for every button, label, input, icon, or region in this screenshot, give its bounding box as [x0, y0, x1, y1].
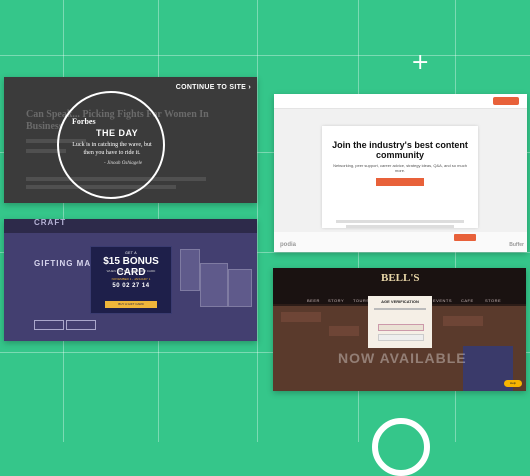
modal-headline: Join the industry's best content communi… — [332, 140, 468, 160]
forbes-logo: Forbes — [72, 117, 96, 126]
product-bottle — [180, 249, 200, 291]
nav-item[interactable]: EVENTS — [433, 298, 452, 303]
decline-age-button[interactable] — [378, 334, 424, 341]
circle-ring-icon — [372, 418, 430, 476]
quote-of-day-title: THE DAY — [96, 128, 139, 138]
forbes-quote-card[interactable]: Can Speak... Picking Fights For Women In… — [4, 77, 257, 203]
modal-title: AGE VERIFICATION — [381, 299, 419, 304]
grid-line — [257, 0, 258, 442]
continue-to-site-link[interactable]: CONTINUE TO SITE › — [176, 84, 251, 91]
help-button[interactable]: Help — [504, 380, 522, 387]
logo-strip — [274, 232, 527, 252]
grid-line — [0, 55, 530, 56]
nav-item[interactable]: CAFE — [461, 298, 474, 303]
age-verification-modal: AGE VERIFICATION — [368, 296, 432, 348]
signup-modal: Join the industry's best content communi… — [322, 126, 478, 228]
modal-fine-print — [346, 225, 454, 228]
popup-kicker: GET A — [125, 251, 137, 255]
podia-logo: podia — [280, 242, 296, 248]
nav-item[interactable]: STORY — [328, 298, 344, 303]
outline-button[interactable] — [34, 320, 64, 330]
popup-title: $15 BONUS CARD — [103, 256, 159, 278]
bells-logo: BELL'S — [381, 272, 420, 284]
quote-text: Luck is in catching the wave, but then y… — [72, 142, 152, 156]
bonus-card-popup: GET A $15 BONUS CARD WHEN YOU BUY A $50 … — [90, 246, 172, 314]
popup-subtitle: WHEN YOU BUY A $50 GIFT CARD — [106, 269, 156, 273]
buffer-logo: Buffer — [509, 242, 524, 248]
site-header — [274, 94, 527, 109]
modal-subhead: Networking, peer support, career advice,… — [333, 163, 467, 173]
quote-author: - Jinoah Oshiagele — [104, 161, 143, 166]
nav-item[interactable]: BEER — [307, 298, 320, 303]
popup-dates: NOVEMBER 1 - JANUARY 1 — [111, 277, 151, 281]
join-button[interactable] — [376, 178, 424, 186]
confirm-age-button[interactable] — [378, 324, 424, 331]
modal-body-text — [374, 308, 426, 310]
header-text: CRAFT — [34, 219, 67, 227]
product-glass — [228, 269, 252, 307]
nav-item[interactable]: STORE — [485, 298, 501, 303]
brick — [443, 316, 483, 326]
gift-card-promo-card[interactable]: CRAFT GIFTING MADE GET A $15 BONUS CARD … — [4, 219, 257, 341]
header-cta-button[interactable] — [493, 97, 519, 105]
strip-button[interactable] — [454, 234, 476, 241]
nav-item[interactable]: TOURS — [353, 298, 369, 303]
popup-countdown: 50 02 27 14 — [112, 283, 150, 289]
hero-text: NOW AVAILABLE — [338, 350, 467, 366]
plus-icon: + — [411, 50, 430, 75]
buy-gift-card-button[interactable]: BUY A GIFT CARD — [105, 301, 157, 308]
modal-fine-print — [336, 220, 464, 223]
outline-button[interactable] — [66, 320, 96, 330]
age-verification-card[interactable]: BELL'S BEER STORY TOURS EVENTS CAFE STOR… — [273, 268, 526, 391]
brick — [281, 312, 321, 322]
community-signup-card[interactable]: Join the industry's best content communi… — [274, 94, 527, 252]
product-glass — [200, 263, 228, 307]
brick — [329, 326, 359, 336]
